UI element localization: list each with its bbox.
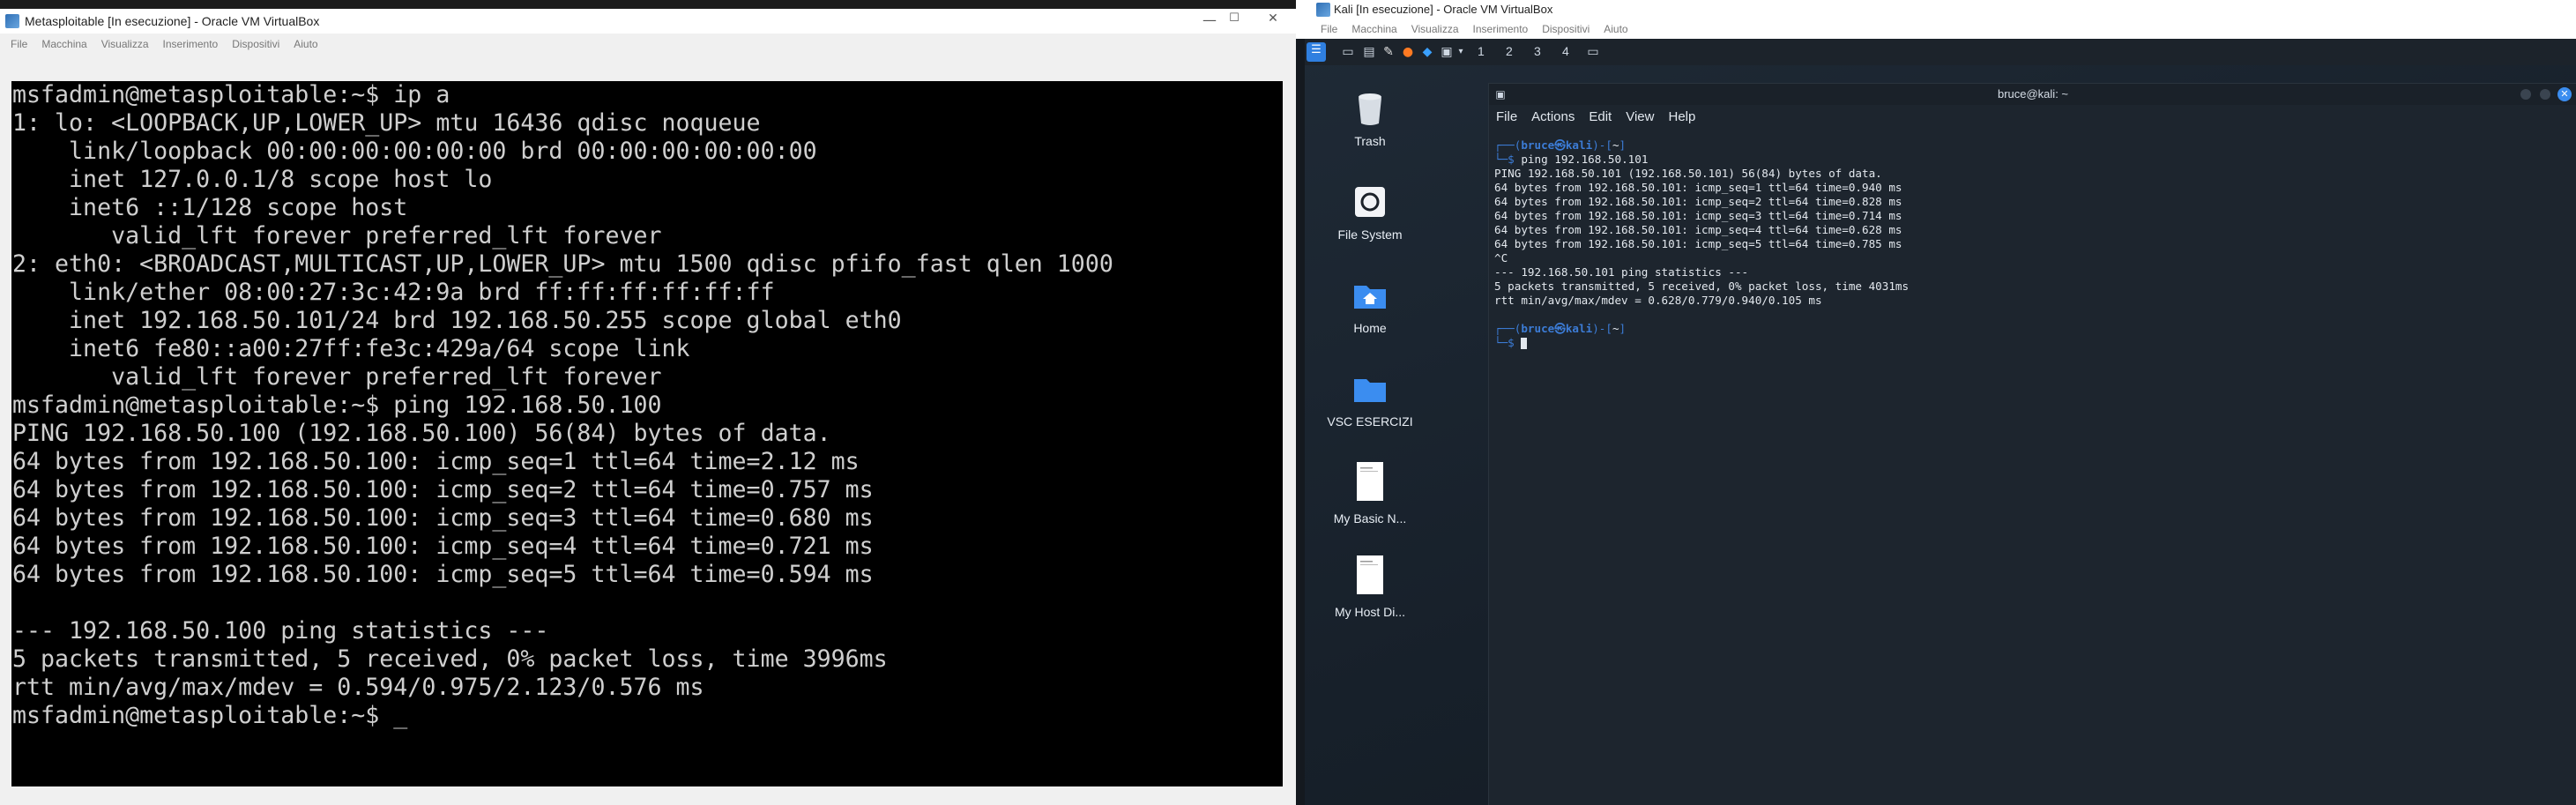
text-editor-icon[interactable]: ✎	[1381, 44, 1396, 60]
kali-vm-window: Kali [In esecuzione] - Oracle VM Virtual…	[1296, 0, 2576, 805]
right-menubar: File Macchina Visualizza Inserimento Dis…	[1296, 19, 2576, 39]
prompt-dir: ~	[1612, 138, 1619, 152]
virtualbox-icon	[5, 14, 19, 28]
desktop-item-trash[interactable]: Trash	[1326, 90, 1414, 148]
desktop-icon[interactable]: ▭	[1340, 44, 1356, 60]
console-output: msfadmin@metasploitable:~$ ip a 1: lo: <…	[12, 81, 1113, 729]
terminal-cursor	[1521, 338, 1528, 349]
terminal-menu-actions[interactable]: Actions	[1524, 105, 1582, 130]
workspace-3[interactable]: 3	[1534, 44, 1541, 58]
trash-icon	[1359, 93, 1381, 125]
desktop-item-label: Home	[1353, 321, 1387, 335]
desktop-item-label: VSC ESERCIZI	[1327, 414, 1413, 429]
files-icon[interactable]: ▤	[1361, 44, 1377, 60]
close-button[interactable]: ✕	[2557, 87, 2572, 101]
metasploitable-vm-window: Metasploitable [In esecuzione] - Oracle …	[0, 0, 1296, 805]
prompt-dir: ~	[1612, 322, 1619, 335]
maximize-button[interactable]	[2540, 89, 2550, 100]
terminal-command: ping 192.168.50.101	[1521, 153, 1649, 166]
workspace-4[interactable]: 4	[1562, 44, 1569, 58]
right-window-title: Kali [In esecuzione] - Oracle VM Virtual…	[1334, 3, 1553, 16]
terminal-title: bruce@kali: ~	[1997, 87, 2069, 101]
folder-icon	[1354, 379, 1386, 402]
vscode-icon[interactable]: ◆	[1419, 44, 1435, 60]
menu-aiuto[interactable]: Aiuto	[1597, 23, 1634, 35]
desktop-item-my-host-di[interactable]: My Host Di...	[1326, 554, 1414, 619]
minimize-button[interactable]	[2520, 89, 2531, 100]
menu-macchina[interactable]: Macchina	[1344, 23, 1403, 35]
terminal-output: ┌──(bruce㉿kali)-[~] └─$ ping 192.168.50.…	[1494, 138, 1910, 349]
ping-output: PING 192.168.50.101 (192.168.50.101) 56(…	[1494, 167, 1910, 307]
desktop-item-vsc-esercizi[interactable]: VSC ESERCIZI	[1326, 370, 1414, 429]
drive-icon	[1355, 187, 1385, 217]
left-window-titlebar[interactable]: Metasploitable [In esecuzione] - Oracle …	[0, 9, 1296, 34]
workspace-2[interactable]: 2	[1506, 44, 1513, 58]
terminal-menu-edit[interactable]: Edit	[1582, 105, 1619, 130]
menu-aiuto[interactable]: Aiuto	[287, 38, 324, 50]
kali-menu-icon[interactable]: ☰	[1307, 42, 1326, 62]
document-icon	[1357, 555, 1383, 594]
menu-dispositivi[interactable]: Dispositivi	[225, 38, 287, 50]
menu-macchina[interactable]: Macchina	[34, 38, 93, 50]
desktop-item-home[interactable]: Home	[1326, 277, 1414, 335]
menu-file[interactable]: File	[4, 38, 34, 50]
prompt-user: bruce㉿kali	[1521, 138, 1593, 152]
menu-visualizza[interactable]: Visualizza	[1404, 23, 1466, 35]
left-window-title: Metasploitable [In esecuzione] - Oracle …	[25, 14, 320, 28]
menu-inserimento[interactable]: Inserimento	[156, 38, 226, 50]
menu-visualizza[interactable]: Visualizza	[94, 38, 156, 50]
menu-inserimento[interactable]: Inserimento	[1466, 23, 1536, 35]
desktop-item-my-basic-n[interactable]: My Basic N...	[1326, 460, 1414, 525]
close-button[interactable]: ✕	[1255, 11, 1291, 26]
terminal-menu-file[interactable]: File	[1489, 105, 1524, 130]
left-menubar: File Macchina Visualizza Inserimento Dis…	[4, 38, 325, 50]
menu-file[interactable]: File	[1314, 23, 1344, 35]
terminal-menu-help[interactable]: Help	[1661, 105, 1702, 130]
desktop-item-label: My Basic N...	[1333, 511, 1407, 525]
window-icon[interactable]: ▭	[1585, 44, 1601, 60]
metasploitable-console[interactable]: msfadmin@metasploitable:~$ ip a 1: lo: <…	[11, 81, 1283, 786]
kali-top-panel: ☰ ▭ ▤ ✎ ● ◆ ▣ ▾ 1 2 3 4 ▭	[1305, 39, 2576, 65]
dropdown-icon[interactable]: ▾	[1453, 44, 1469, 60]
terminal-titlebar[interactable]: ▣ bruce@kali: ~ ✕	[1489, 84, 2576, 105]
workspace-1[interactable]: 1	[1478, 44, 1485, 58]
kali-terminal-window[interactable]: ▣ bruce@kali: ~ ✕ File Actions Edit View…	[1488, 83, 2576, 805]
desktop-item-label: My Host Di...	[1334, 605, 1406, 619]
host-taskbar-strip	[0, 0, 1296, 9]
kali-desktop[interactable]: ☰ ▭ ▤ ✎ ● ◆ ▣ ▾ 1 2 3 4 ▭ Trash File Sys…	[1305, 39, 2576, 805]
terminal-menubar: File Actions Edit View Help	[1489, 105, 2576, 130]
virtualbox-icon	[1316, 3, 1330, 17]
maximize-button[interactable]: ☐	[1217, 11, 1252, 25]
terminal-menu-view[interactable]: View	[1619, 105, 1661, 130]
desktop-item-file-system[interactable]: File System	[1326, 183, 1414, 242]
desktop-item-label: File System	[1337, 227, 1403, 242]
menu-dispositivi[interactable]: Dispositivi	[1535, 23, 1597, 35]
desktop-item-label: Trash	[1354, 134, 1386, 148]
firefox-icon[interactable]: ●	[1400, 44, 1416, 60]
home-folder-icon	[1354, 286, 1386, 309]
right-window-titlebar[interactable]: Kali [In esecuzione] - Oracle VM Virtual…	[1296, 0, 2576, 19]
prompt-user: bruce㉿kali	[1521, 322, 1593, 335]
left-statusbar	[0, 786, 1296, 805]
document-icon	[1357, 462, 1383, 501]
